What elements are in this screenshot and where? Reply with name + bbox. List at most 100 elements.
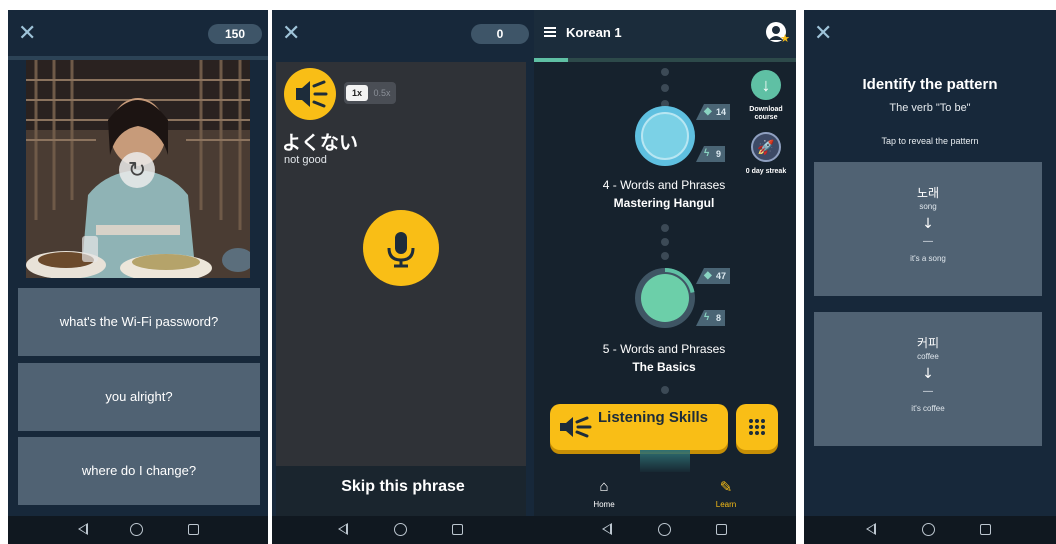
score-badge: 150 — [208, 24, 262, 44]
learn-icon: ✎ — [719, 479, 733, 496]
nav-recents-icon[interactable] — [716, 524, 727, 535]
tab-home-label: Home — [593, 500, 615, 509]
pattern-card-2[interactable]: 커피 coffee ↓ — it's coffee — [814, 312, 1042, 446]
nav-back-icon[interactable] — [338, 523, 348, 535]
nav-recents-icon[interactable] — [980, 524, 991, 535]
target-phrase: よくない — [282, 132, 359, 154]
nav-home-icon[interactable] — [130, 523, 143, 536]
nav-home-icon[interactable] — [922, 523, 935, 536]
unit-4-words-count: 14 — [716, 107, 727, 117]
speaker-icon — [560, 416, 592, 438]
top-bar: ✕ 0 — [272, 10, 534, 58]
path-dot — [661, 386, 669, 394]
bottom-tab-bar: ⌂ Home ✎ Learn — [534, 472, 796, 516]
close-icon[interactable]: ✕ — [814, 23, 832, 45]
answer-choice-3[interactable]: where do I change? — [18, 437, 260, 505]
play-audio-button[interactable] — [284, 68, 336, 120]
pattern-card-1[interactable]: 노래 song ↓ — it's a song — [814, 162, 1042, 296]
unit-4-words-badge: ◆ 14 — [696, 104, 731, 120]
unit-5-subtitle: The Basics — [632, 360, 696, 374]
tab-home[interactable]: ⌂ Home — [574, 478, 634, 509]
close-icon[interactable]: ✕ — [282, 23, 300, 45]
video-quiz-screen: ✕ 150 ↻ what's the Wi-Fi password? you a… — [8, 10, 268, 544]
home-icon: ⌂ — [599, 478, 609, 495]
tab-learn[interactable]: ✎ Learn — [696, 478, 756, 509]
skip-phrase-button[interactable]: Skip this phrase — [272, 478, 534, 496]
speaker-icon — [296, 80, 328, 108]
record-button[interactable] — [363, 210, 439, 286]
video-player[interactable]: ↻ — [26, 60, 250, 278]
answer-choice-2[interactable]: you alright? — [18, 363, 260, 431]
course-progress-fill — [534, 58, 569, 62]
pattern-screen: ✕ Identify the pattern The verb "To be" … — [804, 10, 1056, 544]
unit-5-node[interactable] — [635, 268, 695, 328]
course-home-screen: Korean 1 ★ ◆ 14 ϟ9 4 - Words and Phrases … — [534, 10, 796, 544]
nav-recents-icon[interactable] — [188, 524, 199, 535]
tap-instruction: Tap to reveal the pattern — [881, 136, 979, 146]
tab-learn-label: Learn — [715, 500, 737, 509]
top-bar: ✕ 150 — [8, 10, 268, 58]
system-nav-bar — [804, 516, 1056, 544]
path-dot — [661, 252, 669, 260]
unit-4-subtitle: Mastering Hangul — [613, 196, 715, 210]
nav-home-icon[interactable] — [658, 523, 671, 536]
nav-back-icon[interactable] — [602, 523, 612, 535]
path-dot — [661, 224, 669, 232]
path-glow — [640, 450, 690, 474]
listening-skills-label: Listening Skills — [598, 409, 709, 426]
pronunciation-screen: ✕ 0 1x 0.5x よくない not good Skip this phra… — [272, 10, 534, 544]
answer-choice-1[interactable]: what's the Wi-Fi password? — [18, 288, 260, 356]
water-icon: ◆ — [704, 270, 712, 281]
course-title[interactable]: Korean 1 — [566, 25, 622, 40]
nav-recents-icon[interactable] — [452, 524, 463, 535]
download-course-button[interactable]: ↓ — [751, 70, 781, 100]
unit-4-review-badge: ϟ9 — [696, 146, 726, 162]
screenshot-collage: ✕ 150 ↻ what's the Wi-Fi password? you a… — [0, 0, 1056, 544]
download-course-label: Download course — [749, 106, 783, 121]
unit-4-title: 4 - Words and Phrases — [602, 178, 726, 192]
pattern-subtitle: The verb "To be" — [889, 102, 971, 114]
korean-word: 커피 — [916, 336, 940, 350]
unit-4-node[interactable] — [635, 106, 695, 166]
nav-back-icon[interactable] — [78, 523, 88, 535]
replay-icon[interactable]: ↻ — [119, 152, 155, 188]
english-word: song — [919, 202, 937, 211]
path-dot — [661, 68, 669, 76]
listening-skills-button[interactable]: Listening Skills — [550, 404, 728, 450]
pattern-result: it's a song — [910, 254, 946, 263]
course-progress-bar — [534, 58, 796, 62]
more-skills-button[interactable] — [736, 404, 778, 450]
speed-slow[interactable]: 0.5x — [371, 85, 393, 101]
rocket-icon[interactable]: 🚀 — [751, 132, 781, 162]
star-icon: ★ — [780, 33, 790, 45]
korean-word: 노래 — [916, 186, 940, 200]
close-icon[interactable]: ✕ — [18, 23, 36, 45]
pattern-result: it's coffee — [911, 404, 945, 413]
unit-5-words-badge: ◆ 47 — [696, 268, 731, 284]
unit-5-review-badge: ϟ8 — [696, 310, 726, 326]
unit-5-review-count: 8 — [716, 313, 722, 323]
blank-placeholder: — — [923, 236, 933, 247]
speed-toggle[interactable]: 1x 0.5x — [344, 82, 396, 104]
lightning-icon: ϟ — [704, 148, 710, 159]
streak-label: 0 day streak — [745, 168, 787, 175]
blank-placeholder: — — [923, 386, 933, 397]
system-nav-bar — [8, 516, 268, 544]
menu-icon[interactable] — [544, 27, 556, 37]
phrase-translation: not good — [284, 154, 327, 166]
speed-normal[interactable]: 1x — [346, 85, 368, 101]
unit-4-node-inner — [641, 112, 689, 160]
profile-avatar[interactable]: ★ — [766, 22, 790, 45]
system-nav-bar — [272, 516, 534, 544]
nav-back-icon[interactable] — [866, 523, 876, 535]
system-nav-bar — [534, 516, 796, 544]
lightning-icon: ϟ — [704, 312, 710, 323]
unit-5-node-inner — [641, 274, 689, 322]
arrow-down-icon: ↓ — [922, 216, 934, 232]
top-bar: Korean 1 ★ — [534, 10, 796, 58]
score-badge: 0 — [471, 24, 529, 44]
microphone-icon — [387, 232, 415, 268]
pattern-title: Identify the pattern — [862, 76, 998, 93]
nav-home-icon[interactable] — [394, 523, 407, 536]
unit-5-title: 5 - Words and Phrases — [602, 342, 726, 356]
